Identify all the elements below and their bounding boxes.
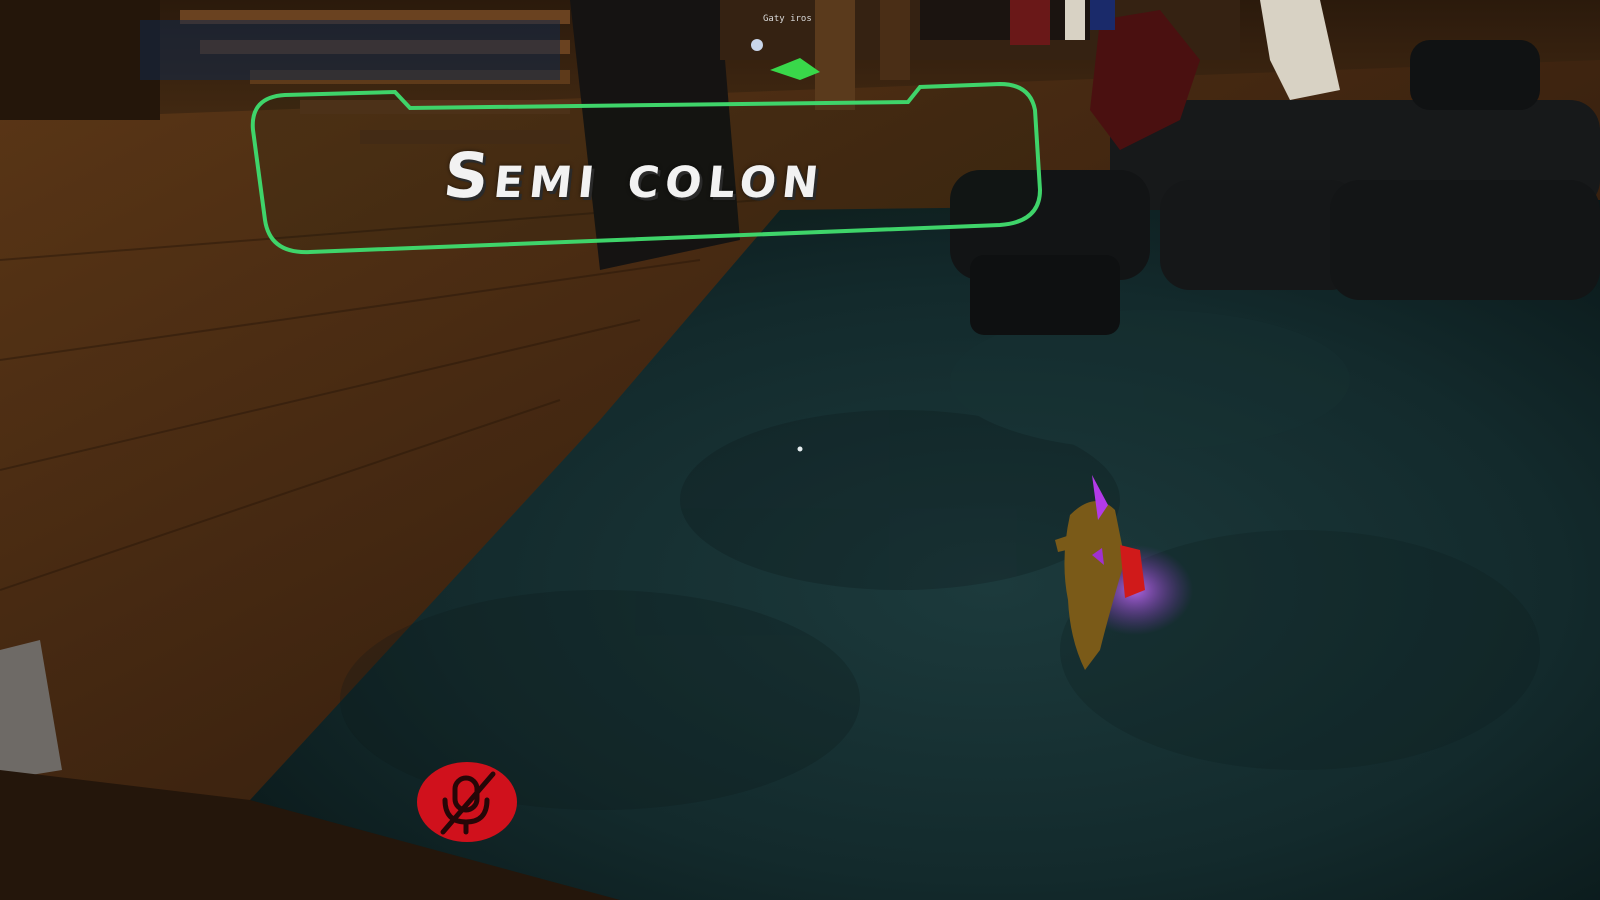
remote-player-nameplate: Gaty iros — [763, 14, 812, 24]
player-nameplate-name: Semi colon — [440, 138, 829, 212]
crosshair-dot-icon — [797, 446, 803, 452]
game-viewport: Gaty iros Semi colon — [0, 0, 1600, 900]
mic-muted-icon[interactable] — [415, 760, 519, 844]
